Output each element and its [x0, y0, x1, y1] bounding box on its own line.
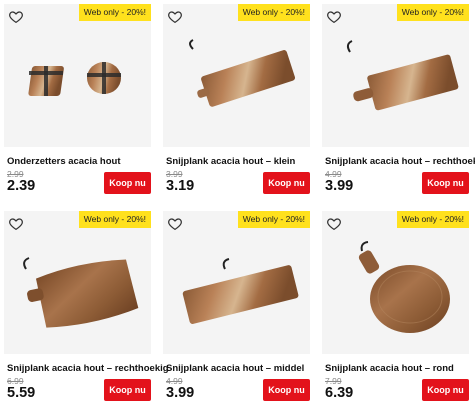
product-image-area[interactable]: Web only - 20%! — [4, 4, 151, 147]
product-card[interactable]: Web only - 20%! Snijplank acacia hout – … — [4, 211, 169, 409]
product-card[interactable]: Web only - 20%! Snijplank acacia hout – … — [322, 4, 475, 202]
product-image-board-rectangular[interactable] — [322, 4, 469, 147]
product-card[interactable]: Web only - 20%! Snijplank acacia hout – … — [322, 211, 469, 409]
web-only-badge: Web only - 20%! — [237, 211, 310, 228]
price: 3.19 — [166, 178, 195, 194]
buy-now-button[interactable]: Koop nu — [422, 172, 469, 194]
heart-outline-icon[interactable] — [326, 9, 342, 25]
price: 3.99 — [166, 385, 195, 401]
product-image-area[interactable]: Web only - 20%! — [322, 4, 469, 147]
web-only-badge: Web only - 20%! — [396, 211, 469, 228]
price: 5.59 — [7, 385, 36, 401]
web-only-badge: Web only - 20%! — [396, 4, 469, 21]
heart-outline-icon[interactable] — [167, 9, 183, 25]
product-image-board-rectangular-large[interactable] — [4, 211, 151, 354]
product-image-area[interactable]: Web only - 20%! — [4, 211, 151, 354]
buy-now-button[interactable]: Koop nu — [104, 172, 151, 194]
product-image-board-small[interactable] — [163, 4, 310, 147]
buy-now-button[interactable]: Koop nu — [422, 379, 469, 401]
product-title[interactable]: Snijplank acacia hout – middel — [166, 363, 304, 374]
product-image-area[interactable]: Web only - 20%! — [163, 211, 310, 354]
product-image-area[interactable]: Web only - 20%! — [322, 211, 469, 354]
product-title[interactable]: Onderzetters acacia hout — [7, 156, 121, 167]
product-image-board-medium[interactable] — [163, 211, 310, 354]
product-image-coasters[interactable] — [4, 4, 151, 147]
heart-outline-icon[interactable] — [326, 216, 342, 232]
product-card[interactable]: Web only - 20%! Onderzetters acacia hout… — [4, 4, 151, 202]
product-image-board-round[interactable] — [322, 211, 469, 354]
product-title[interactable]: Snijplank acacia hout – rechthoekig — [7, 363, 169, 374]
buy-now-button[interactable]: Koop nu — [263, 172, 310, 194]
buy-now-button[interactable]: Koop nu — [104, 379, 151, 401]
product-title[interactable]: Snijplank acacia hout – rond — [325, 363, 454, 374]
product-image-area[interactable]: Web only - 20%! — [163, 4, 310, 147]
product-card[interactable]: Web only - 20%! Snijplank acacia hout – … — [163, 4, 310, 202]
product-card[interactable]: Web only - 20%! Snijplank acacia hout – … — [163, 211, 310, 409]
heart-outline-icon[interactable] — [8, 9, 24, 25]
web-only-badge: Web only - 20%! — [78, 4, 151, 21]
price: 3.99 — [325, 178, 354, 194]
product-grid: Web only - 20%! Onderzetters acacia hout… — [4, 4, 475, 409]
web-only-badge: Web only - 20%! — [237, 4, 310, 21]
heart-outline-icon[interactable] — [8, 216, 24, 232]
product-title[interactable]: Snijplank acacia hout – klein — [166, 156, 295, 167]
product-title[interactable]: Snijplank acacia hout – rechthoekig — [325, 156, 475, 167]
web-only-badge: Web only - 20%! — [78, 211, 151, 228]
heart-outline-icon[interactable] — [167, 216, 183, 232]
price: 6.39 — [325, 385, 354, 401]
price: 2.39 — [7, 178, 36, 194]
buy-now-button[interactable]: Koop nu — [263, 379, 310, 401]
